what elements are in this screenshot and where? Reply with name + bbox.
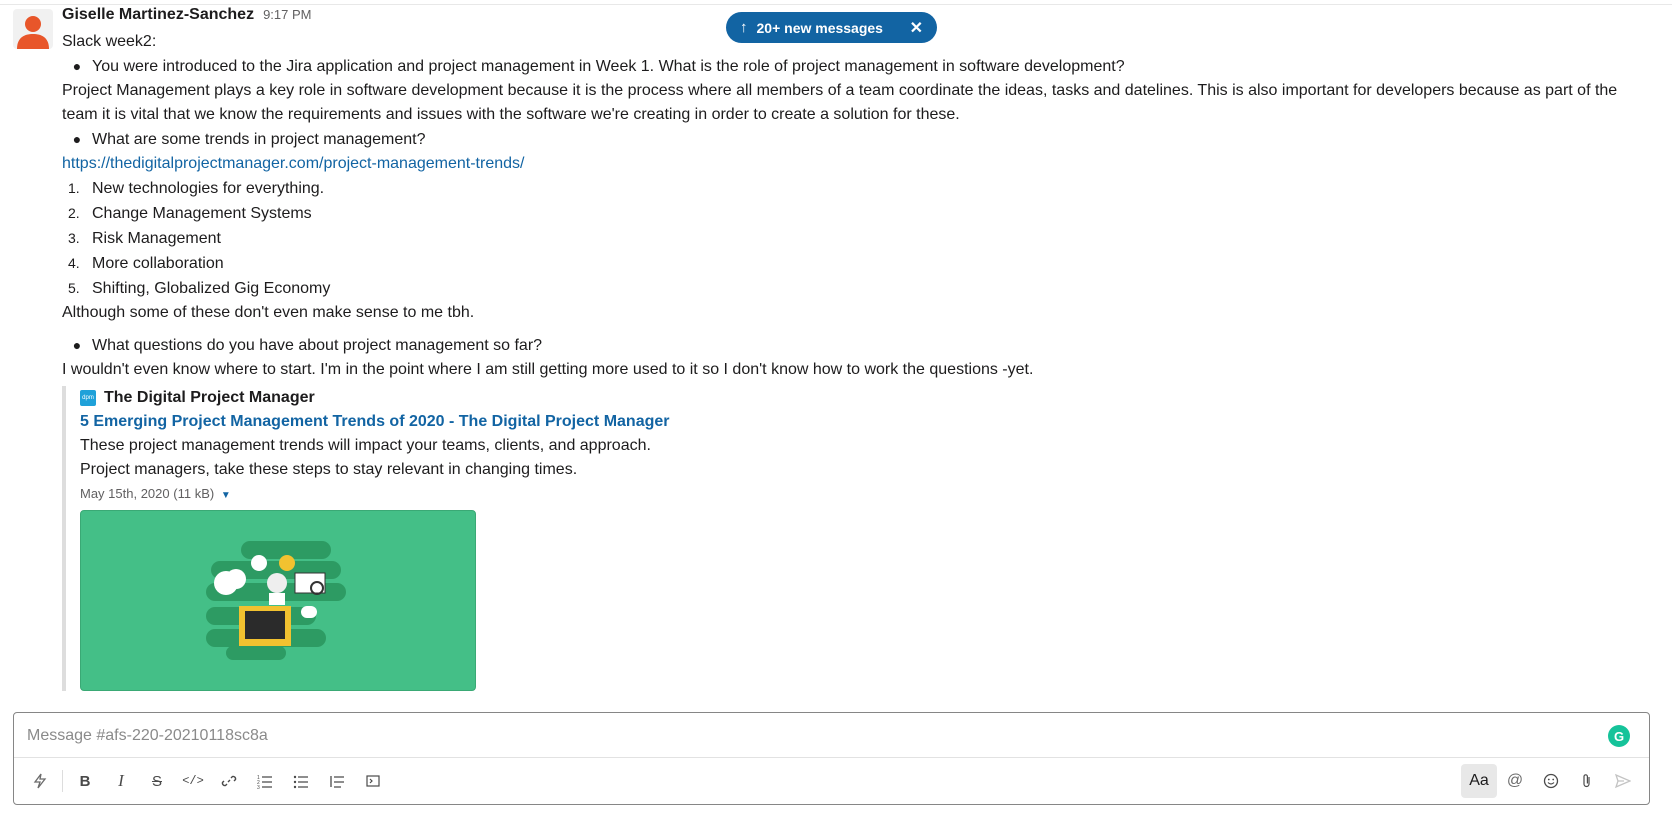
author-name[interactable]: Giselle Martinez-Sanchez — [62, 6, 254, 24]
blockquote-icon[interactable] — [319, 763, 355, 799]
svg-text:3: 3 — [257, 785, 260, 789]
bullet-marker: ● — [72, 337, 82, 353]
formatting-toggle-button[interactable]: Aa — [1461, 764, 1497, 798]
paperclip-icon[interactable] — [1569, 763, 1605, 799]
italic-icon[interactable]: I — [103, 763, 139, 799]
answer-3: I wouldn't even know where to start. I'm… — [62, 361, 1034, 378]
send-icon[interactable] — [1605, 763, 1641, 799]
code-icon[interactable]: </> — [175, 763, 211, 799]
list-item: 4. More collaboration — [62, 251, 1652, 276]
strikethrough-icon[interactable]: S — [139, 763, 175, 799]
bulleted-list-icon[interactable] — [283, 763, 319, 799]
list-item: 1. New technologies for everything. — [62, 176, 1652, 201]
site-logo-icon: dpm — [80, 390, 96, 406]
trend-item: More collaboration — [92, 255, 224, 272]
preview-meta: May 15th, 2020 (11 kB) ▼ — [80, 486, 231, 501]
question-1-text: You were introduced to the Jira applicat… — [92, 58, 1125, 75]
trend-item: Shifting, Globalized Gig Economy — [92, 280, 331, 297]
question-2-text: What are some trends in project manageme… — [92, 131, 426, 148]
preview-description-2: Project managers, take these steps to st… — [80, 461, 578, 478]
message-composer: G B I S </> 123 Aa @ — [13, 712, 1650, 805]
question-2: ● What are some trends in project manage… — [62, 127, 1652, 152]
answer-2: Although some of these don't even make s… — [62, 304, 475, 321]
message-header: Giselle Martinez-Sanchez 9:17 PM — [62, 6, 1652, 30]
message-input[interactable] — [25, 726, 1589, 746]
preview-image[interactable] — [80, 510, 476, 691]
bold-icon[interactable]: B — [67, 763, 103, 799]
question-1: ● You were introduced to the Jira applic… — [62, 54, 1652, 79]
message-intro: Slack week2: — [62, 33, 157, 50]
grammarly-icon[interactable]: G — [1608, 725, 1630, 747]
preview-description-1: These project management trends will imp… — [80, 437, 651, 454]
composer-input-area: G — [14, 713, 1649, 759]
ordered-list-icon[interactable]: 123 — [247, 763, 283, 799]
emoji-icon[interactable] — [1533, 763, 1569, 799]
list-item: 5. Shifting, Globalized Gig Economy — [62, 276, 1652, 301]
formatting-toolbar: B I S </> 123 Aa @ — [14, 757, 1649, 804]
shortcuts-lightning-icon[interactable] — [22, 763, 58, 799]
answer-1: Project Management plays a key role in s… — [62, 82, 1618, 123]
site-name: The Digital Project Manager — [104, 389, 315, 406]
top-divider — [0, 4, 1672, 5]
message: Giselle Martinez-Sanchez 9:17 PM Slack w… — [62, 6, 1652, 691]
preview-title-link[interactable]: 5 Emerging Project Management Trends of … — [80, 413, 669, 430]
code-block-icon[interactable] — [355, 763, 391, 799]
toolbar-divider — [62, 770, 63, 792]
preview-site: dpm The Digital Project Manager — [80, 386, 1280, 410]
message-timestamp[interactable]: 9:17 PM — [263, 7, 311, 22]
question-3: ● What questions do you have about proje… — [62, 333, 1652, 358]
list-item: 3. Risk Management — [62, 226, 1652, 251]
illustration-icon — [206, 541, 346, 660]
bullet-marker: ● — [72, 58, 82, 74]
question-3-text: What questions do you have about project… — [92, 337, 543, 354]
list-item: 2. Change Management Systems — [62, 201, 1652, 226]
preview-size: 11 kB — [177, 486, 210, 501]
trend-item: Change Management Systems — [92, 205, 312, 222]
preview-date: May 15th, 2020 — [80, 486, 170, 501]
trend-item: New technologies for everything. — [92, 180, 325, 197]
trend-item: Risk Management — [92, 230, 221, 247]
link-icon[interactable] — [211, 763, 247, 799]
user-avatar-icon — [17, 16, 49, 49]
toolbar-right: Aa @ — [1461, 763, 1641, 799]
mention-icon[interactable]: @ — [1497, 763, 1533, 799]
trends-link[interactable]: https://thedigitalprojectmanager.com/pro… — [62, 155, 524, 172]
avatar[interactable] — [13, 9, 53, 49]
bullet-marker: ● — [72, 131, 82, 147]
caret-down-icon[interactable]: ▼ — [221, 490, 231, 501]
link-preview: dpm The Digital Project Manager 5 Emergi… — [62, 386, 1280, 691]
